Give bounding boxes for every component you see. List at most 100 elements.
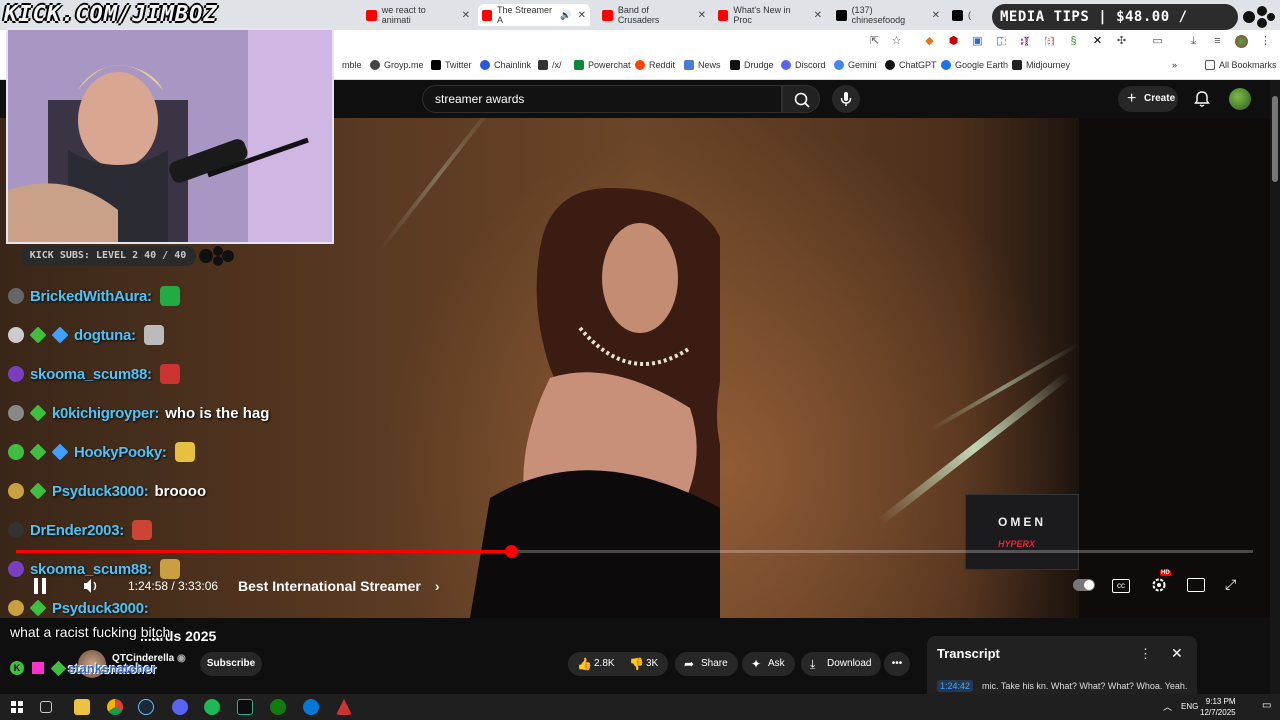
close-icon[interactable]: ✕ xyxy=(1171,645,1183,662)
scrollbar-thumb[interactable] xyxy=(1272,96,1278,182)
chat-badge-icon xyxy=(51,443,69,461)
dislike-button[interactable]: 👎 3K xyxy=(620,652,668,676)
bookmark-item[interactable]: Drudge xyxy=(730,60,774,70)
tab-band-of-crusaders[interactable]: Band of Crusaders ✕ xyxy=(598,4,710,26)
sparkle-icon: ✦ xyxy=(751,657,762,671)
bookmark-star-icon[interactable]: ☆ xyxy=(890,35,903,48)
fullscreen-button[interactable]: ⤢ xyxy=(1225,576,1241,594)
close-icon[interactable]: ✕ xyxy=(572,10,586,21)
more-actions-button[interactable]: ••• xyxy=(884,652,910,676)
file-explorer-icon[interactable] xyxy=(74,699,90,715)
xbox-icon[interactable] xyxy=(270,699,286,715)
bookmark-item[interactable]: Reddit xyxy=(635,60,675,70)
progress-scrubber[interactable] xyxy=(504,545,518,558)
chrome-icon[interactable] xyxy=(107,699,123,715)
chainlink-icon xyxy=(480,60,490,70)
download-icon[interactable]: ⤓ xyxy=(1187,35,1200,48)
settings-button[interactable]: HD xyxy=(1150,570,1171,594)
app-icon[interactable] xyxy=(336,699,352,715)
bookmark-item[interactable]: Chainlink xyxy=(480,60,531,70)
subscribe-button[interactable]: Subscribe xyxy=(200,652,262,676)
tab-whats-new[interactable]: What's New in Proc ✕ xyxy=(714,4,826,26)
chat-username[interactable]: skooma_scum88: xyxy=(30,366,152,383)
chat-username[interactable]: BrickedWithAura: xyxy=(30,288,152,305)
speaker-icon[interactable]: 🔊 xyxy=(560,10,571,21)
sidebar-icon[interactable]: ▭ xyxy=(1151,35,1164,48)
tab-we-react[interactable]: we react to animati ✕ xyxy=(362,4,474,26)
terminal-icon[interactable] xyxy=(237,699,253,715)
install-app-icon[interactable]: ⇱ xyxy=(868,35,881,48)
language-indicator[interactable]: ENG xyxy=(1181,702,1198,711)
bookmark-item[interactable]: /x/ xyxy=(538,60,562,70)
download-button[interactable]: ⤓ Download xyxy=(801,652,882,676)
bookmark-item[interactable]: Midjourney xyxy=(1012,60,1070,70)
chat-username[interactable]: Psyduck3000: xyxy=(52,600,149,617)
tab-streamer-awards[interactable]: The Streamer A 🔊 ✕ xyxy=(478,4,590,26)
bookmark-label: News xyxy=(698,60,721,70)
close-icon[interactable]: ✕ xyxy=(456,10,470,21)
chat-emote-icon xyxy=(143,325,164,345)
bookmark-item[interactable]: News xyxy=(684,60,721,70)
voice-search-button[interactable] xyxy=(832,85,860,113)
chapter-title[interactable]: Best International Streamer › xyxy=(238,578,440,598)
close-icon[interactable]: ✕ xyxy=(692,10,706,21)
bell-icon xyxy=(1194,91,1210,107)
windows-start-icon[interactable] xyxy=(9,699,25,715)
progress-bar[interactable] xyxy=(16,545,1253,558)
puzzle-icon[interactable]: ✣ xyxy=(1115,35,1128,48)
notification-icon[interactable]: ▭ xyxy=(1262,700,1271,711)
tab-x[interactable]: ( xyxy=(948,4,988,26)
profile-avatar[interactable] xyxy=(1235,35,1248,48)
close-icon[interactable]: ✕ xyxy=(808,10,822,21)
autoplay-toggle[interactable] xyxy=(1073,579,1095,591)
stream-brand-text: KICK.COM/JIMBOZ xyxy=(4,2,218,27)
spotify-icon[interactable] xyxy=(204,699,220,715)
bookmark-item[interactable]: ChatGPT xyxy=(885,60,937,70)
menu-kebab-icon[interactable]: ⋮ xyxy=(1259,35,1272,48)
like-count: 2.8K xyxy=(594,658,615,669)
transcript-timestamp[interactable]: 1:24:42 xyxy=(937,680,974,692)
bookmark-item[interactable]: mble xyxy=(342,60,362,70)
account-avatar[interactable] xyxy=(1229,88,1251,110)
reading-list-icon[interactable]: ≡ xyxy=(1211,35,1224,48)
metamask-icon[interactable]: ◆ xyxy=(923,35,936,48)
notifications-button[interactable] xyxy=(1192,89,1212,109)
theater-mode-button[interactable] xyxy=(1187,578,1205,592)
chat-username[interactable]: DrEnder2003: xyxy=(30,522,124,539)
x-extension-icon[interactable]: ✕ xyxy=(1091,35,1104,48)
chat-username[interactable]: HookyPooky: xyxy=(74,444,167,461)
ublock-icon[interactable]: ⬢ xyxy=(947,35,960,48)
like-button[interactable]: 👍 2.8K xyxy=(568,652,620,676)
discord-icon[interactable] xyxy=(172,699,188,715)
extension-icon[interactable]: § xyxy=(1067,35,1080,48)
all-bookmarks-folder[interactable]: All Bookmarks xyxy=(1205,60,1277,70)
close-icon[interactable]: ✕ xyxy=(926,10,940,21)
bookmark-item[interactable]: Twitter xyxy=(431,60,472,70)
steam-icon[interactable] xyxy=(138,699,154,715)
search-input[interactable]: streamer awards xyxy=(422,85,782,113)
browser-icon[interactable] xyxy=(303,699,319,715)
bookmark-item[interactable]: Groyp.me xyxy=(370,60,424,70)
tray-chevron-icon[interactable]: ︿ xyxy=(1163,700,1172,713)
chat-username[interactable]: dogtuna: xyxy=(74,327,136,344)
ask-button[interactable]: ✦ Ask xyxy=(742,652,795,676)
bookmark-item[interactable]: Discord xyxy=(781,60,826,70)
create-button[interactable]: + Create xyxy=(1118,86,1178,112)
chat-username[interactable]: skooma_scum88: xyxy=(30,561,152,578)
system-clock[interactable]: 9:13 PM 12/7/2025 xyxy=(1200,696,1236,718)
page-scrollbar[interactable] xyxy=(1270,80,1280,694)
bookmark-item[interactable]: Google Earth xyxy=(941,60,1008,70)
task-view-icon[interactable] xyxy=(40,701,52,713)
tab-chinesefood[interactable]: (137) chinesefoodg ✕ xyxy=(832,4,944,26)
extension-icon[interactable]: ▣ xyxy=(971,35,984,48)
chat-username[interactable]: k0kichigroyper: xyxy=(52,405,160,422)
share-button[interactable]: ➦ Share xyxy=(675,652,738,676)
transcript-line[interactable]: mic. Take his kn. What? What? What? Whoa… xyxy=(982,681,1187,691)
search-button[interactable] xyxy=(782,85,820,113)
transcript-menu-icon[interactable]: ⋮ xyxy=(1139,646,1152,662)
chat-username[interactable]: Psyduck3000: xyxy=(52,483,149,500)
bookmarks-overflow-chevron-icon[interactable]: » xyxy=(1172,60,1177,70)
bookmark-item[interactable]: Gemini xyxy=(834,60,877,70)
bookmark-item[interactable]: Powerchat xyxy=(574,60,631,70)
captions-button[interactable]: cc xyxy=(1112,579,1130,593)
